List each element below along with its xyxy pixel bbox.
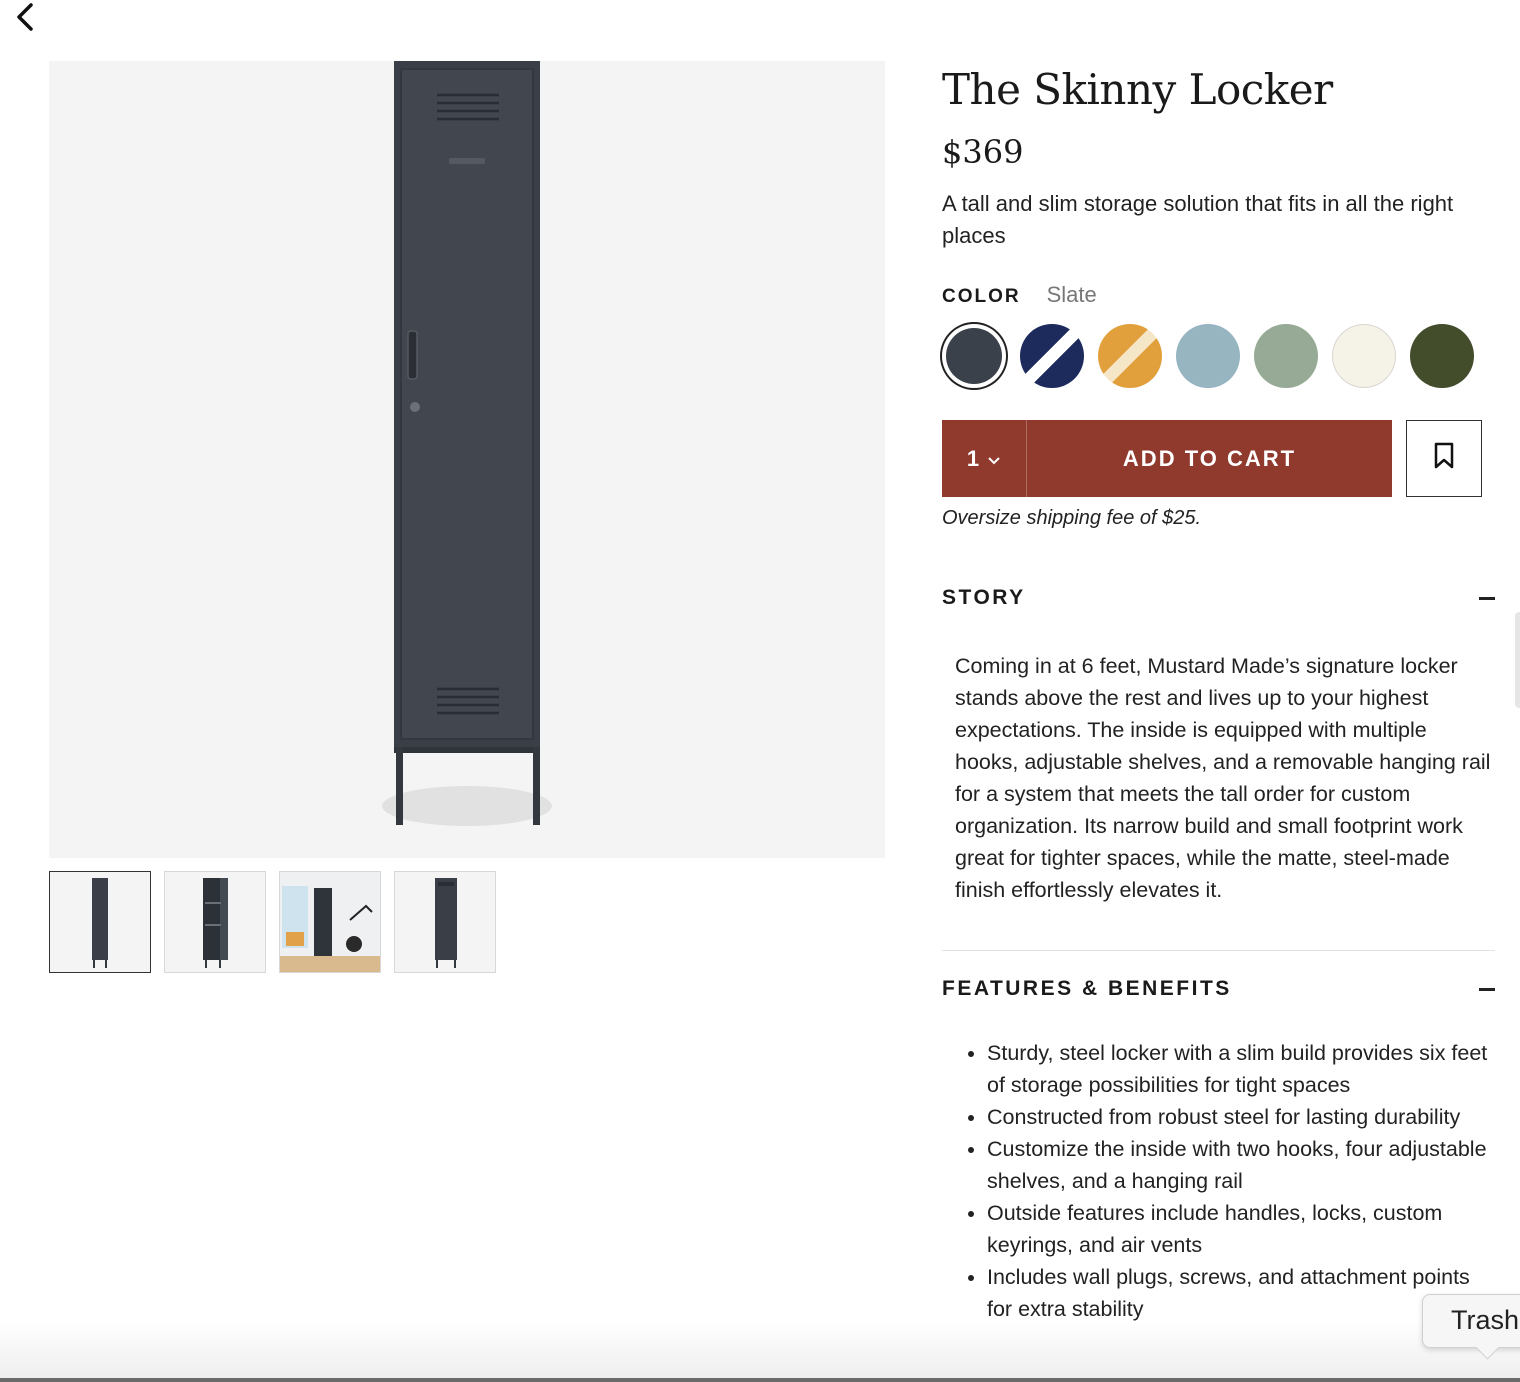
trash-tooltip: Trash xyxy=(1422,1294,1520,1348)
product-main-image[interactable] xyxy=(49,61,885,858)
list-item: Customize the inside with two hooks, fou… xyxy=(987,1133,1495,1197)
color-swatch-3[interactable] xyxy=(1098,324,1162,388)
list-item: Sturdy, steel locker with a slim build p… xyxy=(987,1037,1495,1101)
color-swatch-4[interactable] xyxy=(1176,324,1240,388)
story-body: Coming in at 6 feet, Mustard Made’s sign… xyxy=(955,654,1491,902)
dock-edge xyxy=(0,1378,1520,1382)
features-title: FEATURES & BENEFITS xyxy=(942,977,1232,1000)
thumbnail-3[interactable] xyxy=(279,871,381,973)
story-accordion-header[interactable]: STORY xyxy=(942,586,1495,610)
save-bookmark-button[interactable] xyxy=(1406,420,1482,497)
list-item: Constructed from robust steel for lastin… xyxy=(987,1101,1495,1133)
collapse-minus-icon xyxy=(1479,987,1495,991)
side-panel-handle[interactable] xyxy=(1515,612,1520,708)
chevron-left-icon xyxy=(14,2,36,37)
thumbnail-strip xyxy=(49,871,496,973)
product-info-panel: The Skinny Locker $369 A tall and slim s… xyxy=(942,60,1495,1325)
product-price: $369 xyxy=(942,133,1024,171)
bookmark-icon xyxy=(1432,442,1456,475)
color-swatch-5[interactable] xyxy=(1254,324,1318,388)
dock-shadow xyxy=(0,1322,1520,1382)
thumbnail-2[interactable] xyxy=(164,871,266,973)
list-item: Outside features include handles, locks,… xyxy=(987,1197,1495,1261)
thumbnail-4[interactable] xyxy=(394,871,496,973)
shipping-note: Oversize shipping fee of $25. xyxy=(942,507,1202,529)
color-swatch-2[interactable] xyxy=(1020,324,1084,388)
color-label: COLOR xyxy=(942,286,1021,307)
add-to-cart-button[interactable]: ADD TO CART xyxy=(1026,420,1392,497)
quantity-select[interactable]: 1 xyxy=(942,420,1026,497)
story-title: STORY xyxy=(942,586,1026,609)
back-button[interactable] xyxy=(8,2,42,36)
thumbnail-1[interactable] xyxy=(49,871,151,973)
list-item: Includes wall plugs, screws, and attachm… xyxy=(987,1261,1495,1325)
features-list: Sturdy, steel locker with a slim build p… xyxy=(942,1037,1495,1325)
features-accordion-header[interactable]: FEATURES & BENEFITS xyxy=(942,977,1495,1001)
collapse-minus-icon xyxy=(1479,596,1495,600)
color-swatch-1[interactable] xyxy=(942,324,1006,388)
color-selector-header: COLOR Slate xyxy=(942,282,1495,308)
color-swatches xyxy=(942,324,1495,388)
selected-color-name: Slate xyxy=(1046,282,1097,307)
quantity-value: 1 xyxy=(966,445,980,471)
purchase-row: 1 ADD TO CART xyxy=(942,420,1495,497)
chevron-down-icon xyxy=(987,446,1001,472)
product-tagline: A tall and slim storage solution that fi… xyxy=(942,191,1454,248)
color-swatch-7[interactable] xyxy=(1410,324,1474,388)
product-title: The Skinny Locker xyxy=(942,65,1333,114)
color-swatch-6[interactable] xyxy=(1332,324,1396,388)
section-divider xyxy=(942,950,1495,951)
